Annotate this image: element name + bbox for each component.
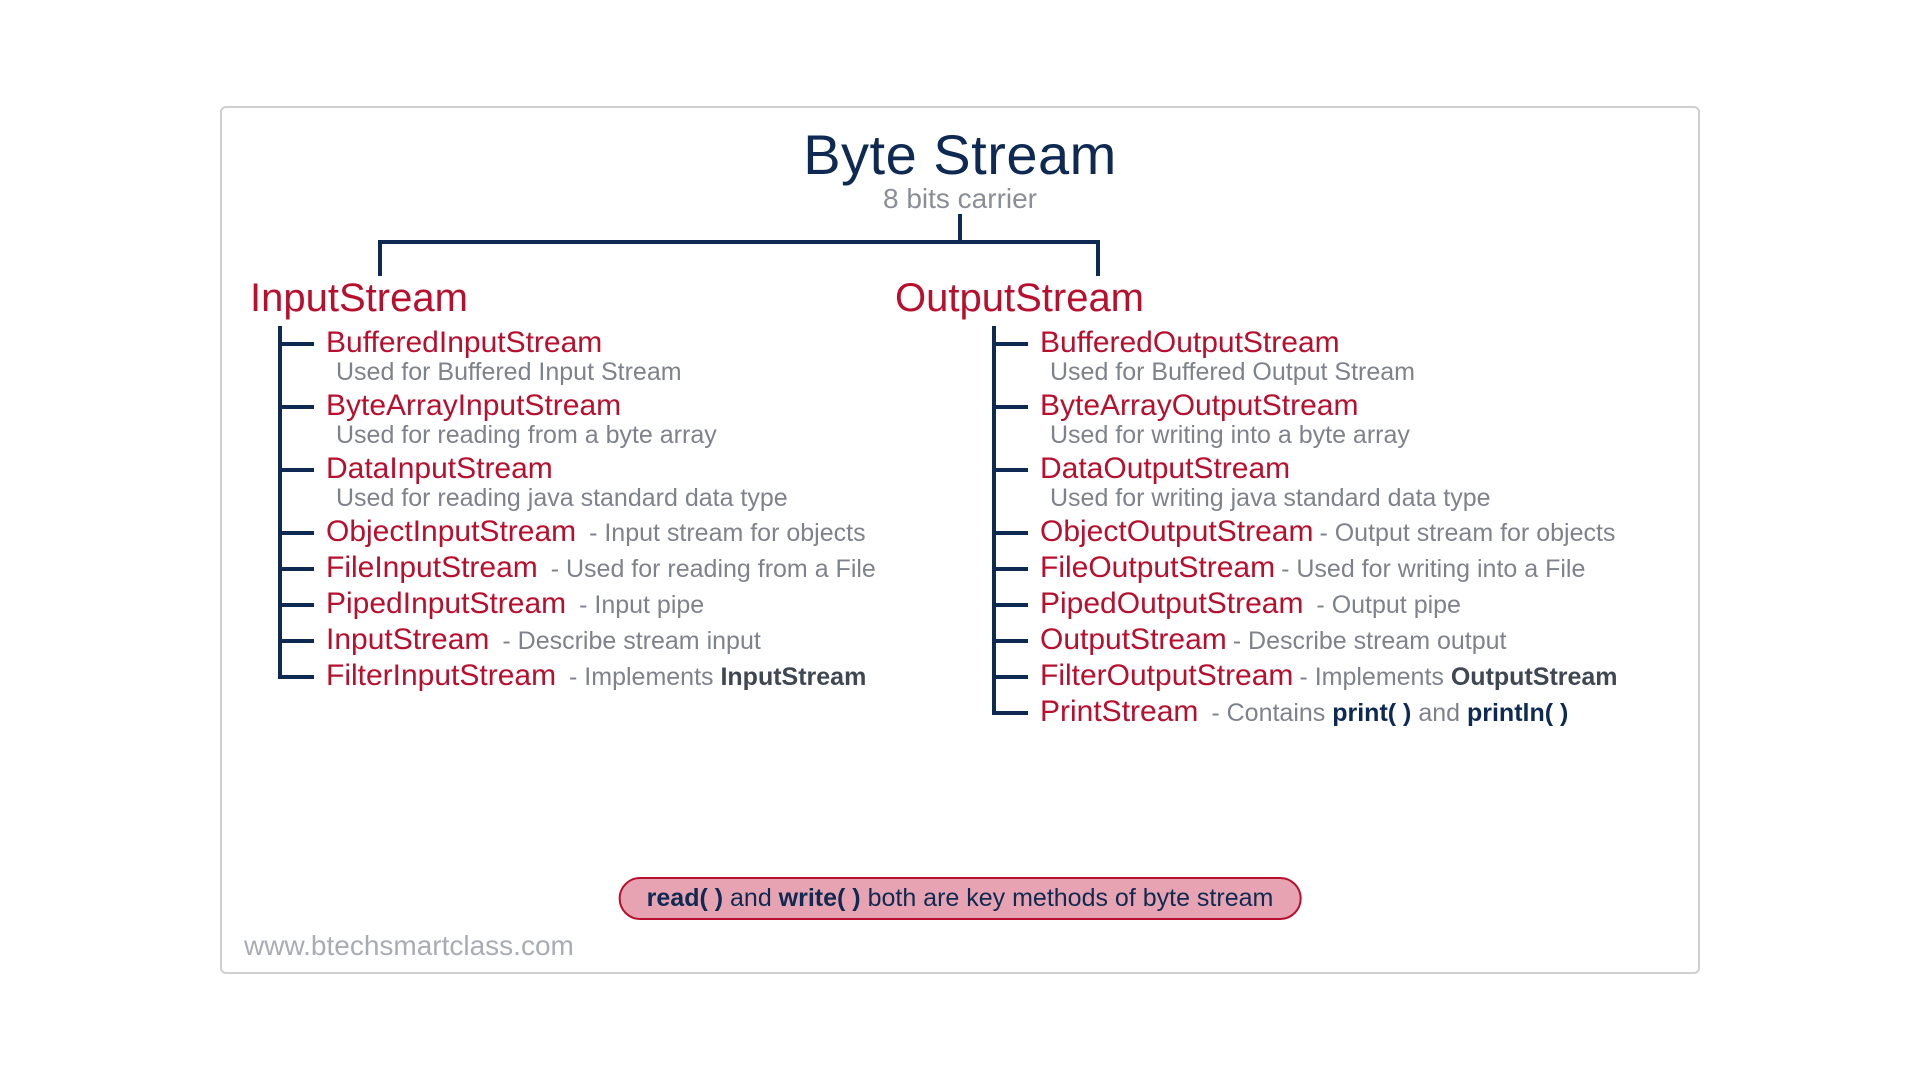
class-name: DataInputStream	[326, 452, 553, 485]
class-description: - Implements InputStream	[562, 663, 866, 691]
class-description: - Input pipe	[572, 591, 704, 619]
tree-tick-line	[992, 567, 1028, 571]
class-description: - Used for reading from a File	[544, 555, 876, 583]
input-tree: BufferedInputStreamUsed for Buffered Inp…	[278, 326, 876, 695]
tree-item: ByteArrayInputStreamUsed for reading fro…	[278, 389, 876, 450]
class-description: - Output pipe	[1309, 591, 1460, 619]
connector-line	[378, 240, 382, 276]
diagram-subtitle: 8 bits carrier	[222, 183, 1698, 215]
tree-item: InputStream - Describe stream input	[278, 623, 876, 657]
tree-item: PipedOutputStream - Output pipe	[992, 587, 1618, 621]
footnote-method-read: read( )	[647, 884, 723, 912]
tree-tick-line	[992, 468, 1028, 472]
class-name: FilterOutputStream	[1040, 659, 1293, 692]
class-name: PrintStream	[1040, 695, 1198, 728]
tree-tick-line	[992, 342, 1028, 346]
class-description: - Describe stream input	[495, 627, 760, 655]
class-name: BufferedInputStream	[326, 326, 602, 359]
class-name: ByteArrayInputStream	[326, 389, 621, 422]
class-description: - Implements OutputStream	[1299, 663, 1617, 691]
tree-tick-line	[992, 405, 1028, 409]
class-name: FileInputStream	[326, 551, 538, 584]
tree-tick-line	[278, 468, 314, 472]
tree-item: FilterOutputStream- Implements OutputStr…	[992, 659, 1618, 693]
class-name: OutputStream	[1040, 623, 1227, 656]
tree-tick-line	[992, 675, 1028, 679]
footnote-pill: read( ) and write( ) both are key method…	[619, 877, 1302, 920]
tree-item: FileOutputStream- Used for writing into …	[992, 551, 1618, 585]
tree-tick-line	[278, 567, 314, 571]
footnote-text: and	[723, 884, 779, 912]
diagram-title: Byte Stream	[222, 122, 1698, 187]
tree-tick-line	[278, 342, 314, 346]
tree-item: FileInputStream - Used for reading from …	[278, 551, 876, 585]
class-name: FileOutputStream	[1040, 551, 1275, 584]
tree-tick-line	[992, 603, 1028, 607]
tree-item: DataOutputStreamUsed for writing java st…	[992, 452, 1618, 513]
tree-tick-line	[278, 675, 314, 679]
tree-item: ByteArrayOutputStreamUsed for writing in…	[992, 389, 1618, 450]
output-tree: BufferedOutputStreamUsed for Buffered Ou…	[992, 326, 1618, 731]
class-description: Used for reading from a byte array	[326, 421, 876, 450]
class-name: InputStream	[326, 623, 489, 656]
tree-tick-line	[278, 531, 314, 535]
branch-inputstream-title: InputStream	[250, 276, 468, 321]
class-name: FilterInputStream	[326, 659, 556, 692]
class-description: - Input stream for objects	[582, 519, 865, 547]
class-description: Used for reading java standard data type	[326, 484, 876, 513]
branch-outputstream-title: OutputStream	[895, 276, 1144, 321]
class-name: BufferedOutputStream	[1040, 326, 1340, 359]
diagram-card: Byte Stream 8 bits carrier InputStream O…	[220, 106, 1700, 974]
bold-classname: OutputStream	[1451, 663, 1618, 691]
tree-item: FilterInputStream - Implements InputStre…	[278, 659, 876, 693]
class-description: Used for Buffered Output Stream	[1040, 358, 1618, 387]
class-name: ObjectInputStream	[326, 515, 576, 548]
class-description: Used for Buffered Input Stream	[326, 358, 876, 387]
class-description: - Contains print( ) and println( )	[1204, 699, 1568, 727]
class-name: ObjectOutputStream	[1040, 515, 1313, 548]
class-description: - Output stream for objects	[1319, 519, 1615, 547]
tree-tick-line	[278, 603, 314, 607]
connector-line	[958, 214, 962, 240]
footnote-text: both are key methods of byte stream	[861, 884, 1274, 912]
class-description: - Describe stream output	[1233, 627, 1507, 655]
tree-item: OutputStream- Describe stream output	[992, 623, 1618, 657]
method-name: println( )	[1467, 699, 1568, 727]
tree-item: PipedInputStream - Input pipe	[278, 587, 876, 621]
tree-item: DataInputStreamUsed for reading java sta…	[278, 452, 876, 513]
tree-item: BufferedInputStreamUsed for Buffered Inp…	[278, 326, 876, 387]
class-description: Used for writing java standard data type	[1040, 484, 1618, 513]
class-name: DataOutputStream	[1040, 452, 1290, 485]
tree-item: PrintStream - Contains print( ) and prin…	[992, 695, 1618, 729]
tree-item: BufferedOutputStreamUsed for Buffered Ou…	[992, 326, 1618, 387]
class-description: Used for writing into a byte array	[1040, 421, 1618, 450]
tree-tick-line	[278, 405, 314, 409]
tree-tick-line	[992, 711, 1028, 715]
class-name: PipedOutputStream	[1040, 587, 1303, 620]
tree-tick-line	[992, 531, 1028, 535]
connector-line	[378, 240, 1100, 244]
connector-line	[1096, 240, 1100, 276]
tree-tick-line	[992, 639, 1028, 643]
class-name: PipedInputStream	[326, 587, 566, 620]
watermark-text: www.btechsmartclass.com	[244, 930, 574, 962]
tree-item: ObjectOutputStream- Output stream for ob…	[992, 515, 1618, 549]
footnote-method-write: write( )	[779, 884, 861, 912]
class-name: ByteArrayOutputStream	[1040, 389, 1358, 422]
method-name: print( )	[1332, 699, 1411, 727]
tree-tick-line	[278, 639, 314, 643]
class-description: - Used for writing into a File	[1281, 555, 1585, 583]
bold-classname: InputStream	[720, 663, 866, 691]
tree-item: ObjectInputStream - Input stream for obj…	[278, 515, 876, 549]
